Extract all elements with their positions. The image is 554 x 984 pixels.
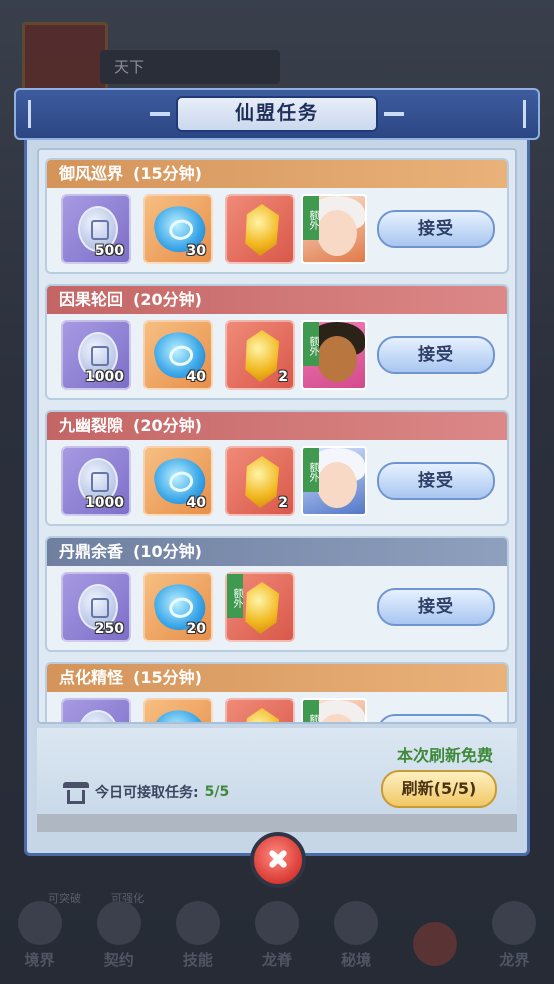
reward-silver[interactable]: 500	[61, 194, 131, 264]
reward-silver[interactable]: 250	[61, 572, 131, 642]
close-icon[interactable]	[250, 832, 306, 888]
extra-tag: 额外	[303, 448, 319, 492]
reward-gem[interactable]: 20	[143, 572, 213, 642]
guild-banner	[22, 22, 108, 98]
reward-qty: 40	[186, 369, 206, 385]
refresh-button[interactable]: 刷新(5/5)	[381, 770, 497, 808]
task-duration: (20分钟)	[133, 290, 202, 309]
pagoda-icon	[63, 780, 89, 804]
task-header: 因果轮回 (20分钟)	[47, 286, 507, 314]
nav-realm[interactable]: 境界	[10, 901, 70, 970]
reward-qty: 1000	[85, 495, 124, 511]
accept-button[interactable]: 接受	[377, 336, 495, 374]
task-row: 因果轮回 (20分钟) 1000 40 2 额外 接受	[45, 284, 509, 400]
title-decoration	[384, 112, 404, 116]
extra-tag: 额外	[303, 196, 319, 240]
reward-qty: 2	[278, 495, 288, 511]
extra-tag: 额外	[303, 322, 319, 366]
accept-button[interactable]: 接受	[377, 462, 495, 500]
task-name: 点化精怪	[59, 668, 124, 687]
character-face	[317, 210, 357, 256]
task-row: 御风巡界 (15分钟) 500 30 额外 接受	[45, 158, 509, 274]
nav-close[interactable]	[405, 922, 465, 970]
reward-stone[interactable]: 2	[225, 446, 295, 516]
task-name: 九幽裂隙	[59, 416, 124, 435]
panel-title: 仙盟任务	[176, 96, 378, 132]
reward-silver[interactable]: 1000	[61, 320, 131, 390]
background-label: 天下	[100, 50, 280, 84]
panel-footer: 本次刷新免费 今日可接取任务: 5/5 刷新(5/5)	[37, 728, 517, 824]
bonus-character[interactable]: 额外	[301, 446, 367, 516]
reward-gem[interactable]	[143, 698, 213, 722]
reward-qty: 1000	[85, 369, 124, 385]
gold-stone-icon	[245, 456, 280, 508]
accept-button[interactable]: 接受	[377, 588, 495, 626]
nav-contract[interactable]: 契约	[89, 901, 149, 970]
task-header: 御风巡界 (15分钟)	[47, 160, 507, 188]
bonus-character[interactable]: 额外	[301, 194, 367, 264]
gold-stone-icon	[245, 204, 280, 256]
task-header: 点化精怪 (15分钟)	[47, 664, 507, 692]
character-face	[317, 462, 357, 508]
nav-skill[interactable]: 技能	[168, 901, 228, 970]
task-row: 点化精怪 (15分钟) 额外 接受	[45, 662, 509, 722]
accept-button[interactable]: 接受	[377, 714, 495, 722]
gold-stone-icon	[245, 708, 280, 722]
task-duration: (15分钟)	[133, 164, 202, 183]
reward-stone[interactable]	[225, 698, 295, 722]
task-row: 丹鼎余香 (10分钟) 250 20 额外 接受	[45, 536, 509, 652]
extra-tag: 额外	[303, 700, 319, 722]
bottom-nav: 境界 契约 技能 龙脊 秘境 龙界	[0, 874, 554, 984]
daily-label: 今日可接取任务:	[95, 785, 199, 801]
task-name: 御风巡界	[59, 164, 124, 183]
panel-bottom-strip	[37, 814, 517, 832]
reward-gem[interactable]: 40	[143, 446, 213, 516]
reward-silver[interactable]: 1000	[61, 446, 131, 516]
task-duration: (15分钟)	[133, 668, 202, 687]
reward-stone[interactable]	[225, 194, 295, 264]
character-face	[317, 336, 357, 382]
nav-dragon-spine[interactable]: 龙脊	[247, 901, 307, 970]
bonus-character[interactable]: 额外	[301, 320, 367, 390]
reward-qty: 30	[186, 243, 206, 259]
accept-button[interactable]: 接受	[377, 210, 495, 248]
nav-dragon-world[interactable]: 龙界	[484, 901, 544, 970]
reward-qty: 250	[94, 621, 124, 637]
reward-qty: 20	[186, 621, 206, 637]
daily-task-count: 今日可接取任务: 5/5	[63, 780, 229, 804]
task-duration: (20分钟)	[133, 416, 202, 435]
reward-silver[interactable]	[61, 698, 131, 722]
reward-qty: 2	[278, 369, 288, 385]
nav-secret-realm[interactable]: 秘境	[326, 901, 386, 970]
gold-stone-icon	[245, 330, 280, 382]
daily-value: 5/5	[204, 784, 230, 800]
reward-gem[interactable]: 40	[143, 320, 213, 390]
reward-stone-bonus[interactable]: 额外	[225, 572, 295, 642]
task-row: 九幽裂隙 (20分钟) 1000 40 2 额外 接受	[45, 410, 509, 526]
gold-stone-icon	[245, 582, 280, 634]
reward-stone[interactable]: 2	[225, 320, 295, 390]
free-refresh-text: 本次刷新免费	[396, 746, 493, 765]
task-header: 九幽裂隙 (20分钟)	[47, 412, 507, 440]
task-header: 丹鼎余香 (10分钟)	[47, 538, 507, 566]
task-name: 因果轮回	[59, 290, 124, 309]
task-name: 丹鼎余香	[59, 542, 124, 561]
silver-coin-icon	[78, 710, 118, 722]
task-list[interactable]: 御风巡界 (15分钟) 500 30 额外 接受 因果轮回 (20分钟) 1000	[37, 148, 517, 724]
bonus-character[interactable]: 额外	[301, 698, 367, 722]
reward-qty: 40	[186, 495, 206, 511]
blue-gem-icon	[150, 705, 210, 722]
extra-tag: 额外	[227, 574, 243, 618]
task-duration: (10分钟)	[133, 542, 202, 561]
reward-qty: 500	[94, 243, 124, 259]
reward-gem[interactable]: 30	[143, 194, 213, 264]
title-decoration	[150, 112, 170, 116]
